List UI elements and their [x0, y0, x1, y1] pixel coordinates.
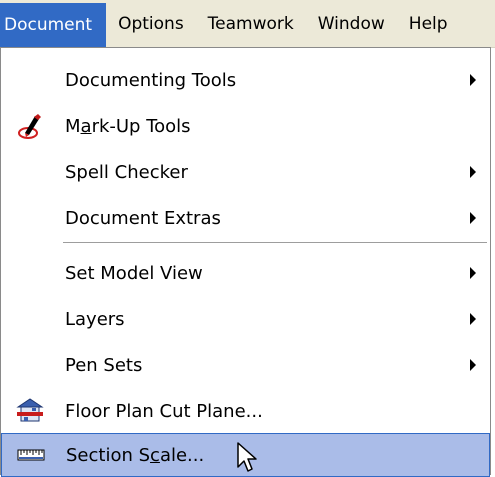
mouse-cursor-icon	[237, 442, 257, 472]
menu-options[interactable]: Options	[106, 2, 196, 46]
menu-item-document-extras[interactable]: Document Extras	[1, 196, 490, 240]
markup-pen-icon	[18, 114, 41, 139]
ruler-icon	[17, 449, 45, 461]
menu-item-label: Layers	[65, 308, 125, 330]
application-window: Document Options Teamwork Window Help Do…	[0, 0, 495, 477]
floor-plan-cut-plane-icon	[16, 398, 44, 422]
menu-item-mark-up-tools[interactable]: Mark-Up Tools	[1, 104, 490, 148]
menu-item-label: Mark-Up Tools	[65, 115, 191, 137]
submenu-arrow-icon	[470, 267, 476, 279]
submenu-arrow-icon	[470, 359, 476, 371]
menu-item-spell-checker[interactable]: Spell Checker	[1, 150, 490, 194]
menu-document[interactable]: Document	[0, 2, 107, 47]
submenu-arrow-icon	[470, 166, 476, 178]
menu-item-label: Spell Checker	[65, 161, 188, 183]
menu-item-label: Section Scale...	[66, 444, 205, 466]
menu-item-set-model-view[interactable]: Set Model View	[1, 251, 490, 295]
submenu-arrow-icon	[470, 212, 476, 224]
menu-item-label: Document Extras	[65, 207, 221, 229]
menu-window[interactable]: Window	[306, 2, 397, 46]
submenu-arrow-icon	[470, 74, 476, 86]
menu-item-label: Set Model View	[65, 262, 203, 284]
menu-item-label: Floor Plan Cut Plane...	[65, 400, 263, 422]
menu-teamwork[interactable]: Teamwork	[196, 2, 306, 46]
menu-item-layers[interactable]: Layers	[1, 297, 490, 341]
menu-item-label: Documenting Tools	[65, 69, 237, 91]
menu-item-label: Pen Sets	[65, 354, 143, 376]
menu-item-pen-sets[interactable]: Pen Sets	[1, 343, 490, 387]
menu-separator	[63, 242, 487, 244]
menu-item-floor-plan-cut-plane[interactable]: Floor Plan Cut Plane...	[1, 389, 490, 433]
document-dropdown-menu: Documenting Tools Mark-Up Tools Spell Ch…	[0, 47, 491, 477]
submenu-arrow-icon	[470, 313, 476, 325]
menu-item-documenting-tools[interactable]: Documenting Tools	[1, 58, 490, 102]
menu-help[interactable]: Help	[397, 2, 460, 46]
menu-bar: Document Options Teamwork Window Help	[0, 0, 495, 48]
